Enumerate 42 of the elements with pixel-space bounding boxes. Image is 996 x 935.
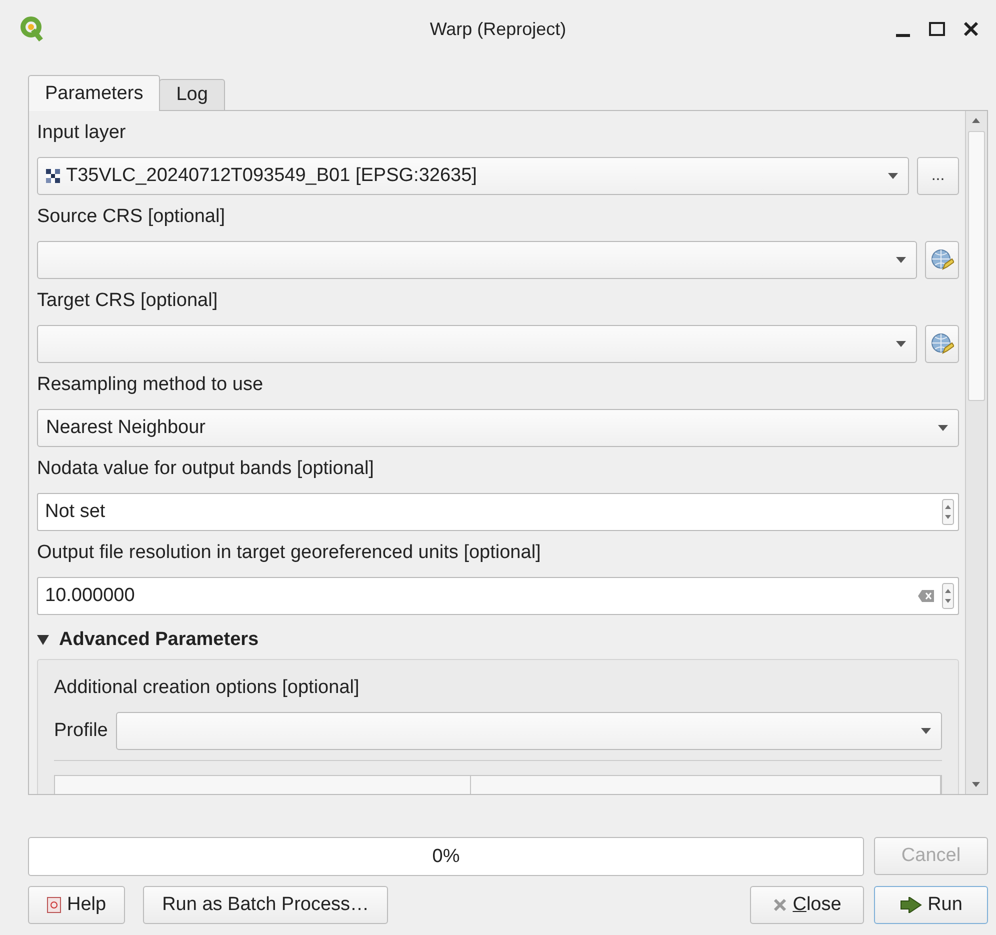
dropdown-arrow-icon xyxy=(921,728,931,734)
parameter-label: Target CRS [optional] xyxy=(37,289,219,313)
app-logo-icon xyxy=(20,16,44,42)
parameter-label: Output file resolution in target georeferenced units [optional] xyxy=(37,541,542,565)
dropdown-arrow-icon xyxy=(896,257,906,263)
layer-dropdown[interactable]: T35VLC_20240712T093549_B01 [EPSG:32635] xyxy=(37,157,909,195)
options-label: Additional creation options [optional] xyxy=(54,676,360,700)
clear-icon[interactable] xyxy=(918,590,934,602)
close-icon xyxy=(772,898,787,912)
parameter-label: Input layer xyxy=(37,121,127,145)
close-window-icon[interactable] xyxy=(962,20,980,38)
tab[interactable]: Parameters xyxy=(28,75,160,111)
number-field[interactable]: 10.000000 xyxy=(37,577,959,615)
method-dropdown[interactable]: Nearest Neighbour xyxy=(37,409,959,447)
dropdown-arrow-icon xyxy=(896,341,906,347)
browse-button[interactable]: ... xyxy=(917,157,959,195)
dropdown-arrow-icon xyxy=(888,173,898,179)
tab[interactable]: Log xyxy=(159,79,225,111)
number-field[interactable]: Not set xyxy=(37,493,959,531)
crs-select-button[interactable] xyxy=(925,241,959,279)
close-dialog-button[interactable]: Close xyxy=(750,886,864,924)
window-title: Warp (Reproject) xyxy=(428,18,568,40)
run-arrow-icon xyxy=(900,897,922,913)
help-book-icon xyxy=(47,897,61,913)
globe-pencil-icon xyxy=(930,332,954,356)
parameter-label: Resampling method to use xyxy=(37,373,264,397)
parameter-label: Nodata value for output bands [optional] xyxy=(37,457,375,481)
help-button[interactable]: Help xyxy=(28,886,126,924)
dropdown-arrow-icon xyxy=(938,425,948,431)
maximize-icon[interactable] xyxy=(928,20,946,38)
globe-pencil-icon xyxy=(930,248,954,272)
crs-select-button[interactable] xyxy=(925,325,959,363)
raster-layer-icon xyxy=(46,169,60,183)
batch-process-button[interactable]: Run as Batch Process… xyxy=(143,886,388,924)
run-button[interactable]: Run xyxy=(874,886,988,924)
profile-label: Profile xyxy=(54,720,108,742)
spin-arrows-icon[interactable] xyxy=(942,583,954,609)
scrollbar[interactable] xyxy=(965,111,987,794)
expand-arrow-icon xyxy=(37,635,49,645)
parameter-label: Source CRS [optional] xyxy=(37,205,226,229)
advanced-toggle[interactable]: Advanced Parameters xyxy=(37,615,259,659)
spin-arrows-icon[interactable] xyxy=(942,499,954,525)
